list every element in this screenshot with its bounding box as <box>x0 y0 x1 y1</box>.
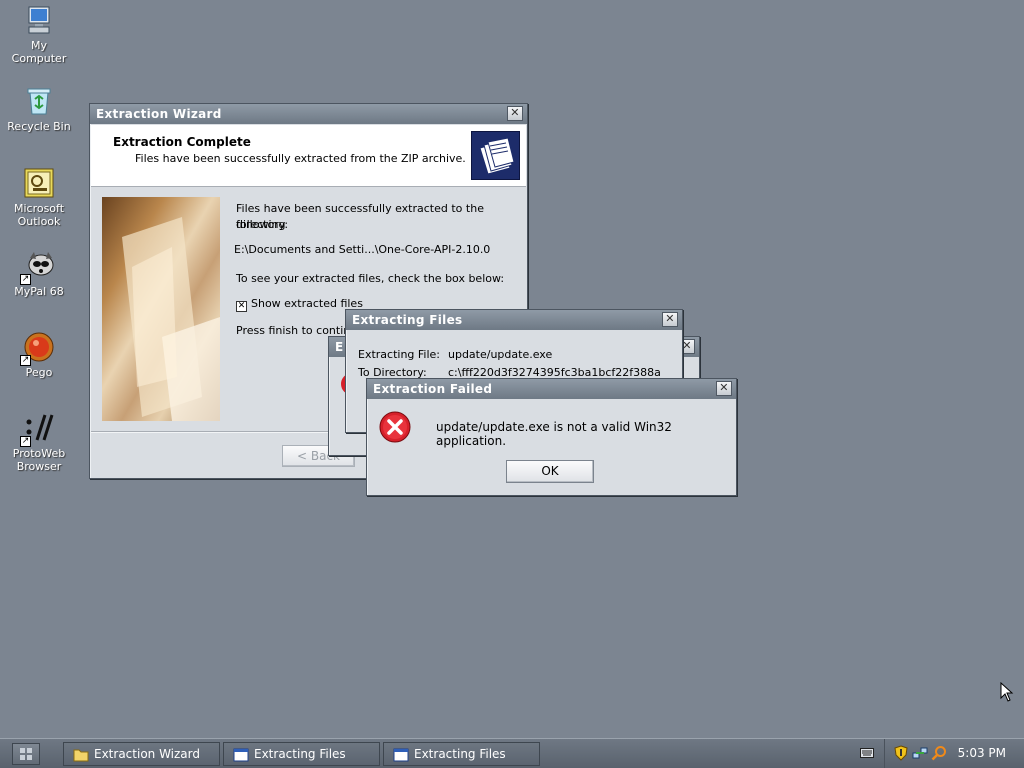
wizard-check-prompt: To see your extracted files, check the b… <box>236 272 505 285</box>
error-message: update/update.exe is not a valid Win32 a… <box>436 420 672 448</box>
wizard-folders-logo-icon <box>471 131 520 180</box>
pego-icon: ↗ <box>20 331 55 366</box>
my-computer-icon <box>23 4 55 36</box>
wizard-header-subtitle: Files have been successfully extracted f… <box>135 152 466 165</box>
desktop-icon-label: Recycle Bin <box>7 120 71 133</box>
security-shield-icon[interactable] <box>894 745 908 761</box>
shortcut-arrow-icon: ↗ <box>20 355 31 366</box>
extracting-back-title: E <box>335 340 344 354</box>
wizard-header: Extraction Complete Files have been succ… <box>91 125 526 187</box>
shortcut-arrow-icon: ↗ <box>20 274 31 285</box>
desktop-icon-label: My Computer <box>11 39 67 65</box>
show-extracted-files-checkbox[interactable]: ✕ Show extracted files <box>236 296 363 312</box>
wizard-header-title: Extraction Complete <box>113 135 251 149</box>
error-title: Extraction Failed <box>373 382 493 396</box>
checkbox-checked-icon[interactable]: ✕ <box>236 301 247 312</box>
taskbar-item-label: Extracting Files <box>254 747 346 761</box>
keyboard-icon[interactable] <box>860 747 874 759</box>
recycle-bin-icon <box>23 85 55 117</box>
desktop-icon-label: Pego <box>25 366 53 379</box>
mouse-cursor-icon <box>1000 681 1014 702</box>
extracting-titlebar[interactable]: Extracting Files ✕ <box>346 310 682 330</box>
start-grid-icon <box>20 748 32 760</box>
taskbar-item-extracting-files-2[interactable]: Extracting Files <box>383 742 540 766</box>
wizard-directory: E:\Documents and Setti...\One-Core-API-2… <box>234 243 491 256</box>
shortcut-arrow-icon: ↗ <box>20 436 31 447</box>
clock[interactable]: 5:03 PM <box>958 746 1006 760</box>
taskbar: Extraction Wizard Extracting Files Extra… <box>0 738 1024 768</box>
wizard-close-button[interactable]: ✕ <box>507 106 523 121</box>
extracting-title: Extracting Files <box>352 313 463 327</box>
search-icon[interactable] <box>931 745 947 761</box>
outlook-icon <box>23 167 55 199</box>
network-icon[interactable] <box>912 745 928 761</box>
extraction-failed-dialog: Extraction Failed ✕ update/update.exe is… <box>366 378 737 496</box>
taskbar-item-label: Extraction Wizard <box>94 747 201 761</box>
extracting-file-label: Extracting File: <box>358 348 441 361</box>
wizard-side-image <box>102 197 220 421</box>
mypal-icon: ↗ <box>20 250 55 285</box>
desktop-icon-label: MyPal 68 <box>14 285 64 298</box>
desktop-icon-label: Microsoft Outlook <box>13 202 65 228</box>
error-icon <box>379 411 411 443</box>
extracting-close-button[interactable]: ✕ <box>662 312 678 327</box>
desktop-icon-pego[interactable]: ↗ Pego <box>3 331 75 379</box>
desktop-icon-label: ProtoWeb Browser <box>12 447 66 473</box>
wizard-titlebar[interactable]: Extraction Wizard ✕ <box>90 104 527 124</box>
window-icon <box>233 747 249 762</box>
taskbar-item-label: Extracting Files <box>414 747 506 761</box>
system-tray: 5:03 PM <box>884 739 1024 768</box>
wizard-title: Extraction Wizard <box>96 107 222 121</box>
folder-icon <box>73 747 89 762</box>
ok-button[interactable]: OK <box>506 460 594 483</box>
extracting-file-value: update/update.exe <box>448 348 553 361</box>
error-close-button[interactable]: ✕ <box>716 381 732 396</box>
taskbar-item-extracting-files-1[interactable]: Extracting Files <box>223 742 380 766</box>
protoweb-icon: ↗ <box>20 412 55 447</box>
desktop-icon-mypal[interactable]: ↗ MyPal 68 <box>3 250 75 298</box>
window-icon <box>393 747 409 762</box>
desktop-icon-recycle-bin[interactable]: Recycle Bin <box>3 85 75 133</box>
start-button[interactable] <box>12 743 40 765</box>
wizard-body-line2: directory: <box>236 218 289 231</box>
taskbar-item-extraction-wizard[interactable]: Extraction Wizard <box>63 742 220 766</box>
error-titlebar[interactable]: Extraction Failed ✕ <box>367 379 736 399</box>
desktop-icon-outlook[interactable]: Microsoft Outlook <box>3 167 75 228</box>
desktop-icon-protoweb[interactable]: ↗ ProtoWeb Browser <box>3 412 75 473</box>
desktop-icon-my-computer[interactable]: My Computer <box>3 4 75 65</box>
